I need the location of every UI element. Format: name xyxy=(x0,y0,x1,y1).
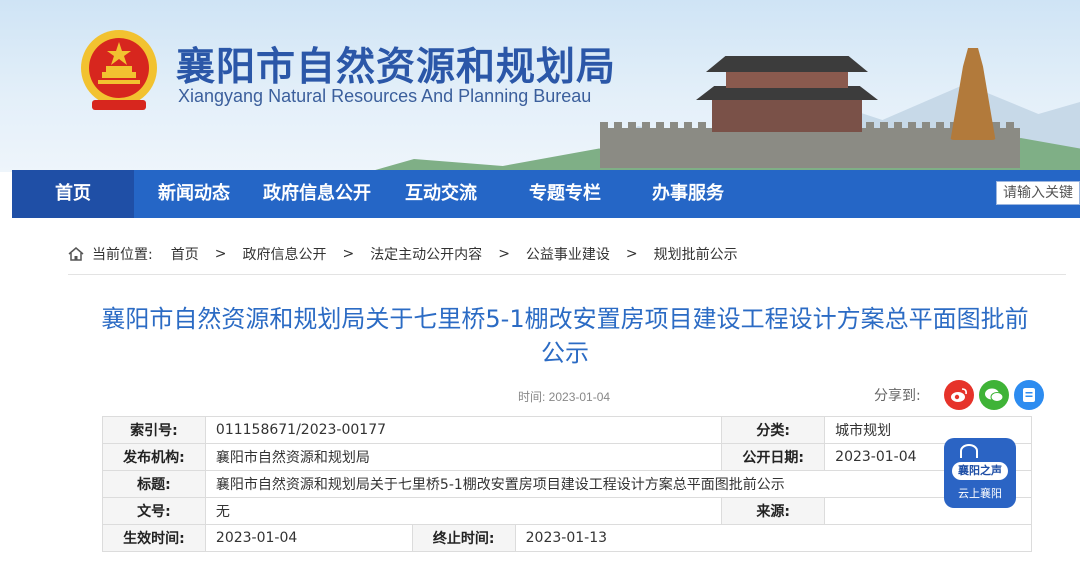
banner-tower-upper xyxy=(726,70,848,88)
title-label: 标题: xyxy=(102,470,206,498)
signal-icon xyxy=(960,444,978,458)
publish-date-label: 公开日期: xyxy=(721,443,826,471)
banner-tower-top-roof xyxy=(706,56,868,72)
source-label: 来源: xyxy=(721,497,826,525)
publisher-label: 发布机构: xyxy=(102,443,206,471)
breadcrumb-label: 当前位置: xyxy=(92,247,153,263)
breadcrumb-separator: > xyxy=(342,246,355,262)
nav-item-services[interactable]: 办事服务 xyxy=(652,170,724,218)
doc-no-label: 文号: xyxy=(102,497,206,525)
info-table: 索引号: 011158671/2023-00177 分类: 城市规划 发布机构:… xyxy=(102,416,1033,552)
effective-label: 生效时间: xyxy=(102,524,206,552)
badge-subtitle: 云上襄阳 xyxy=(958,487,1002,500)
header-banner: 襄阳市自然资源和规划局 Xiangyang Natural Resources … xyxy=(0,0,1080,172)
end-label: 终止时间: xyxy=(411,524,516,552)
xiangyang-voice-badge[interactable]: 襄阳之声 云上襄阳 xyxy=(944,438,1016,508)
wechat-icon[interactable] xyxy=(978,380,1009,410)
end-value: 2023-01-13 xyxy=(514,524,1033,552)
table-row: 文号: 无 来源: xyxy=(102,497,1032,525)
category-label: 分类: xyxy=(721,416,826,444)
site-subtitle: Xiangyang Natural Resources And Planning… xyxy=(178,86,592,106)
index-value: 011158671/2023-00177 xyxy=(204,416,723,444)
breadcrumb-item-gov-info[interactable]: 政府信息公开 xyxy=(242,244,326,264)
title-value: 襄阳市自然资源和规划局关于七里桥5-1棚改安置房项目建设工程设计方案总平面图批前… xyxy=(204,470,1033,498)
table-row: 发布机构: 襄阳市自然资源和规划局 公开日期: 2023-01-04 xyxy=(102,443,1032,471)
table-row: 生效时间: 2023-01-04 终止时间: 2023-01-13 xyxy=(102,524,1033,552)
publisher-value: 襄阳市自然资源和规划局 xyxy=(204,443,723,471)
share-label: 分享到: xyxy=(874,388,921,404)
breadcrumb: 当前位置: 首页 > 政府信息公开 > 法定主动公开内容 > 公益事业建设 > … xyxy=(68,243,738,265)
nav-item-topics[interactable]: 专题专栏 xyxy=(529,170,601,218)
doc-no-value: 无 xyxy=(204,497,723,525)
badge-title: 襄阳之声 xyxy=(952,462,1008,480)
article-date: 时间: 2023-01-04 xyxy=(518,390,611,404)
search-input[interactable]: 请输入关键 xyxy=(996,181,1080,205)
site-title: 襄阳市自然资源和规划局 xyxy=(176,45,617,90)
table-row: 索引号: 011158671/2023-00177 分类: 城市规划 xyxy=(102,416,1032,444)
breadcrumb-item-statutory[interactable]: 法定主动公开内容 xyxy=(370,244,482,264)
nav-item-home[interactable]: 首页 xyxy=(12,170,134,218)
breadcrumb-separator: > xyxy=(625,246,638,262)
qzone-icon[interactable] xyxy=(1013,380,1044,410)
main-nav: 首页 新闻动态 政府信息公开 互动交流 专题专栏 办事服务 请输入关键 xyxy=(12,170,1080,218)
breadcrumb-item-planning[interactable]: 规划批前公示 xyxy=(654,244,738,264)
breadcrumb-separator: > xyxy=(498,246,510,262)
nav-item-interaction[interactable]: 互动交流 xyxy=(405,170,477,218)
breadcrumb-divider xyxy=(68,274,1066,275)
breadcrumb-separator: > xyxy=(214,246,227,262)
nav-item-news[interactable]: 新闻动态 xyxy=(158,170,230,218)
article-title: 襄阳市自然资源和规划局关于七里桥5-1棚改安置房项目建设工程设计方案总平面图批前… xyxy=(101,305,1029,367)
breadcrumb-item-public-welfare[interactable]: 公益事业建设 xyxy=(526,244,610,264)
home-icon xyxy=(68,247,84,261)
share-bar: 分享到: xyxy=(874,380,1044,410)
weibo-icon[interactable] xyxy=(943,380,974,410)
national-emblem-icon xyxy=(81,30,157,110)
index-label: 索引号: xyxy=(102,416,206,444)
table-row: 标题: 襄阳市自然资源和规划局关于七里桥5-1棚改安置房项目建设工程设计方案总平… xyxy=(102,470,1033,498)
nav-item-gov-info[interactable]: 政府信息公开 xyxy=(263,170,371,218)
breadcrumb-item-home[interactable]: 首页 xyxy=(171,244,199,264)
effective-value: 2023-01-04 xyxy=(204,524,413,552)
banner-gate-tower xyxy=(712,96,862,132)
banner-tower-roof xyxy=(696,86,878,100)
